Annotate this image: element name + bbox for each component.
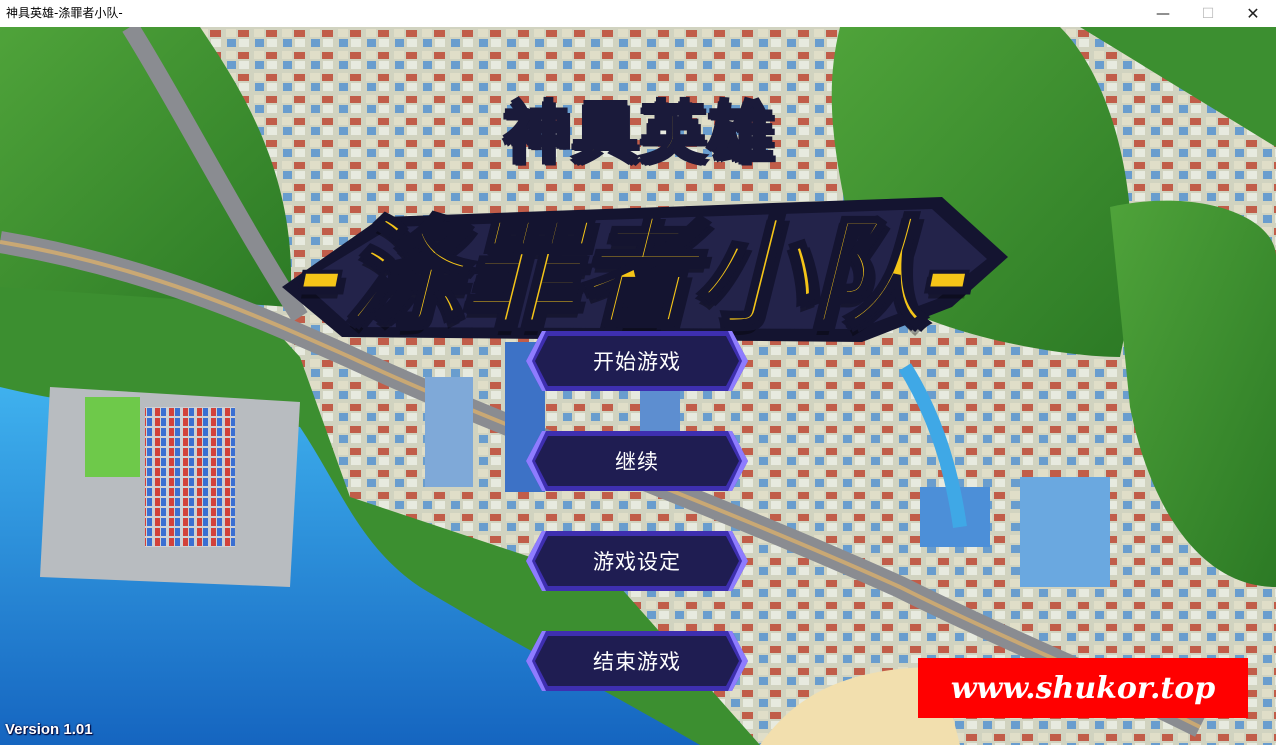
maximize-button[interactable]: ☐ — [1185, 0, 1231, 27]
logo-title-main: -涤罪者小队- — [296, 202, 976, 344]
watermark-banner: www.shukor.top — [918, 658, 1248, 718]
minimize-button[interactable]: — — [1140, 0, 1186, 27]
watermark-text: www.shukor.top — [950, 670, 1216, 706]
start-game-button[interactable]: 开始游戏 — [524, 328, 750, 394]
continue-button[interactable]: 继续 — [524, 428, 750, 494]
game-viewport: 神具英雄 -涤罪者小队- 开始游戏 继续 游戏设定 结束游戏 Version 1… — [0, 27, 1276, 745]
logo-emblem: -涤罪者小队- — [262, 177, 1008, 347]
quit-game-button[interactable]: 结束游戏 — [524, 628, 750, 694]
settings-label: 游戏设定 — [593, 550, 681, 574]
version-label: Version 1.01 — [5, 721, 93, 738]
window-title: 神具英雄-涤罪者小队- — [6, 6, 123, 20]
close-button[interactable]: ✕ — [1230, 0, 1276, 27]
quit-game-label: 结束游戏 — [593, 650, 681, 674]
continue-label: 继续 — [615, 450, 659, 474]
settings-button[interactable]: 游戏设定 — [524, 528, 750, 594]
start-game-label: 开始游戏 — [593, 350, 681, 374]
logo-title-top: 神具英雄 — [503, 93, 776, 173]
window-titlebar: 神具英雄-涤罪者小队- — ☐ ✕ — [0, 0, 1276, 27]
